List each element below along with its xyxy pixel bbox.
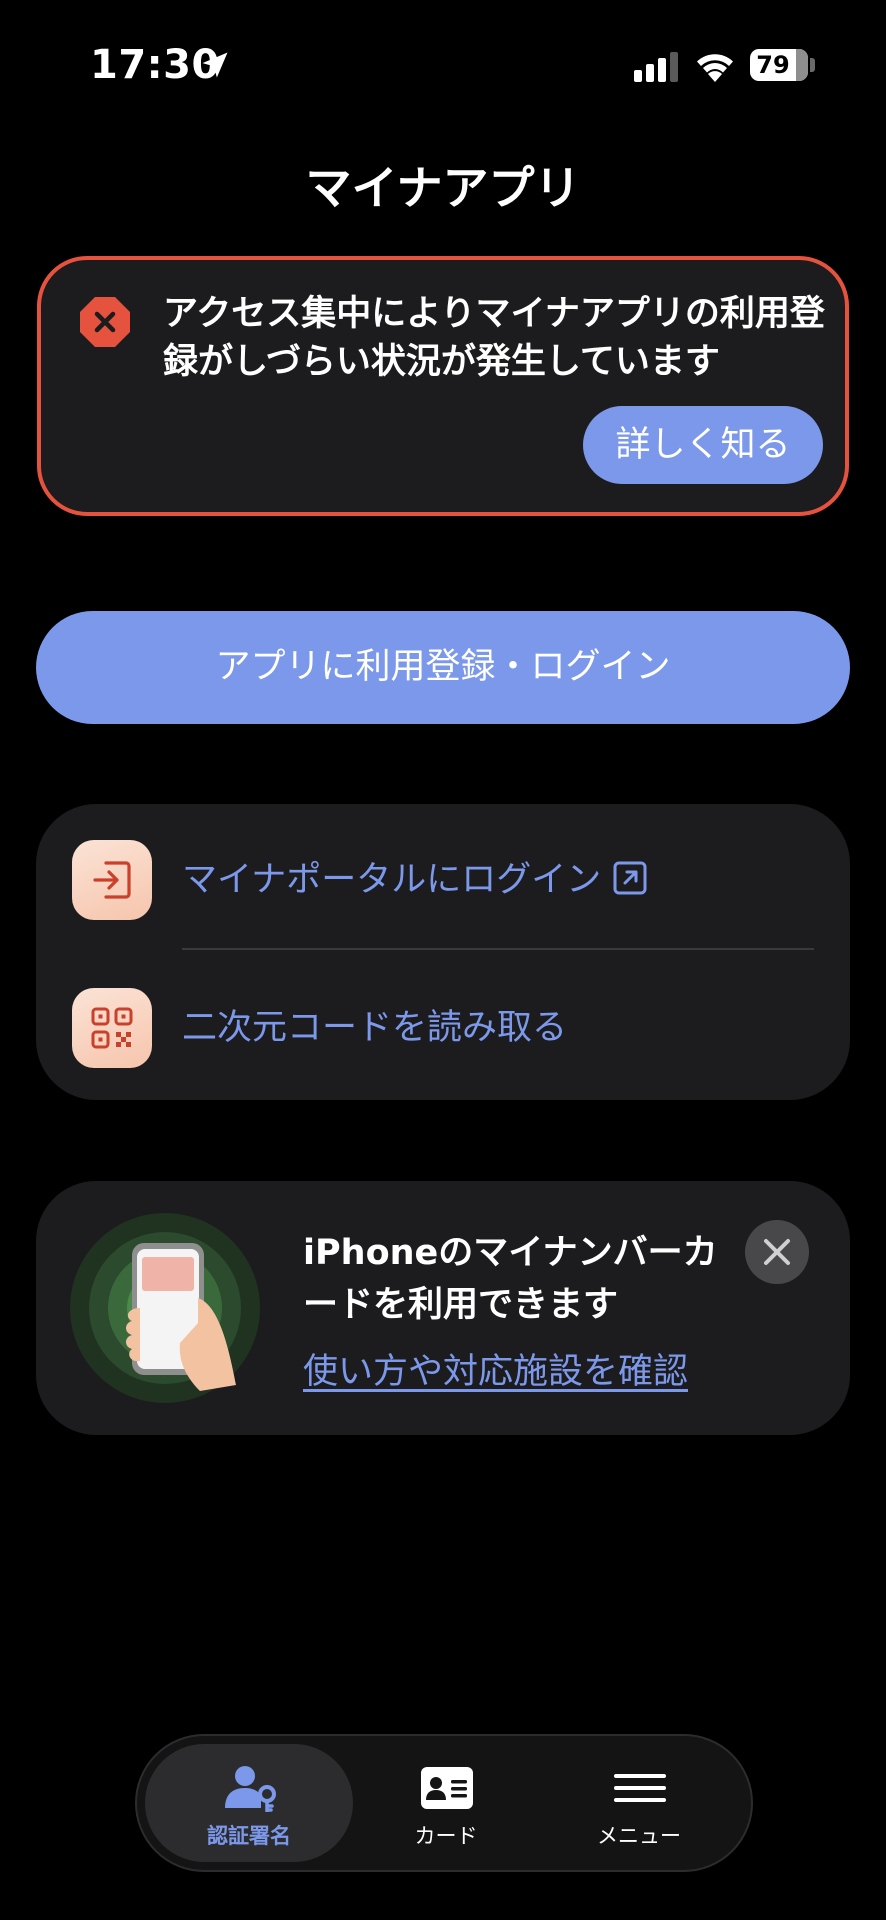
bottom-tab-bar: 認証署名 カード メニュー (135, 1734, 753, 1872)
battery-indicator: 79 (750, 49, 808, 81)
actions-card: マイナポータルにログイン 二次元コードを読み取る (36, 804, 850, 1100)
close-icon (764, 1239, 790, 1265)
id-card-icon (421, 1767, 473, 1809)
promo-title: iPhoneのマイナンバーカードを利用できます (303, 1233, 718, 1325)
tab-menu-label: メニュー (597, 1824, 681, 1848)
usage-facilities-link[interactable]: 使い方や対応施設を確認 (303, 1343, 688, 1394)
tab-card-label: カード (414, 1824, 478, 1848)
tab-menu[interactable]: メニュー (535, 1744, 743, 1862)
access-alert-card: アクセス集中によりマイナアプリの利用登録がしづらい状況が発生しています 詳しく知… (37, 256, 849, 516)
tab-card[interactable]: カード (342, 1744, 550, 1862)
register-login-button[interactable]: アプリに利用登録・ログイン (36, 611, 850, 724)
wifi-icon (697, 54, 733, 82)
qr-code-scan-row[interactable]: 二次元コードを読み取る (36, 966, 850, 1086)
myna-portal-login-text: マイナポータルにログイン (182, 860, 602, 900)
learn-more-button[interactable]: 詳しく知る (583, 406, 823, 484)
close-promo-button[interactable] (745, 1220, 809, 1284)
location-arrow-icon (202, 52, 228, 78)
battery-cap (810, 58, 815, 72)
battery-level: 79 (756, 51, 790, 79)
cellular-signal-icon (634, 52, 678, 82)
menu-icon (614, 1774, 666, 1802)
alert-message: アクセス集中によりマイナアプリの利用登録がしづらい状況が発生しています (163, 294, 825, 382)
qr-code-icon-box (72, 988, 152, 1068)
user-key-icon (225, 1766, 276, 1812)
page-title: マイナアプリ (305, 161, 581, 215)
battery-empty-segment (796, 49, 808, 81)
myna-portal-login-row[interactable]: マイナポータルにログイン (36, 818, 850, 938)
tab-auth-signature-label: 認証署名 (207, 1824, 291, 1848)
qr-code-icon (91, 1007, 133, 1049)
external-link-icon (613, 861, 647, 895)
tab-auth-signature[interactable]: 認証署名 (145, 1744, 353, 1862)
iphone-card-promo: iPhoneのマイナンバーカードを利用できます 使い方や対応施設を確認 (36, 1181, 850, 1435)
qr-code-scan-label: 二次元コードを読み取る (182, 1008, 568, 1048)
status-bar: 17:30 79 (0, 0, 886, 130)
row-divider (182, 948, 814, 950)
error-octagon-icon (80, 297, 130, 347)
myna-portal-login-label: マイナポータルにログイン (182, 856, 647, 904)
login-icon-box (72, 840, 152, 920)
phone-in-hand-illustration (70, 1213, 260, 1403)
login-icon (93, 861, 131, 899)
